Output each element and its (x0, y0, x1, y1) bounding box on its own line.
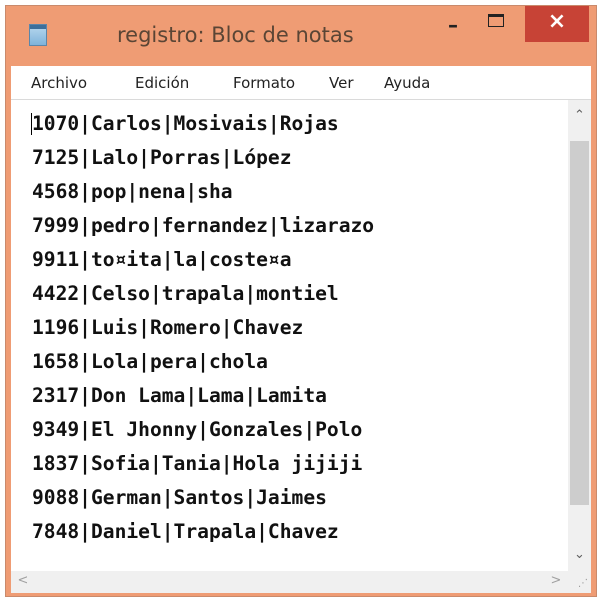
editor[interactable]: 1070|Carlos|Mosivais|Rojas 7125|Lalo|Por… (11, 100, 591, 593)
scroll-left-icon[interactable]: < (13, 573, 33, 588)
text-line: 9349|El Jhonny|Gonzales|Polo (32, 418, 363, 441)
text-line: 7848|Daniel|Trapala|Chavez (32, 520, 339, 543)
minimize-button[interactable]: – (433, 6, 473, 44)
resize-grip-icon[interactable]: ⋰ (568, 571, 591, 593)
text-line: 1196|Luis|Romero|Chavez (32, 316, 304, 339)
window-title: registro: Bloc de notas (117, 23, 354, 47)
text-line: 1658|Lola|pera|chola (32, 350, 268, 373)
text-line: 4422|Celso|trapala|montiel (32, 282, 339, 305)
text-line: 7125|Lalo|Porras|López (32, 146, 292, 169)
text-area[interactable]: 1070|Carlos|Mosivais|Rojas 7125|Lalo|Por… (11, 100, 568, 571)
scroll-up-icon[interactable]: ⌃ (568, 108, 591, 123)
text-line: 9088|German|Santos|Jaimes (32, 486, 327, 509)
menu-formato[interactable]: Formato (233, 74, 295, 92)
maximize-button[interactable] (476, 6, 516, 44)
vertical-scroll-thumb[interactable] (570, 141, 589, 505)
close-button[interactable]: × (525, 6, 589, 42)
horizontal-scrollbar[interactable]: < > (11, 571, 568, 593)
menu-ayuda[interactable]: Ayuda (384, 74, 430, 92)
notepad-window: registro: Bloc de notas – × Archivo Edic… (5, 5, 597, 597)
text-line: 9911|to¤ita|la|coste¤a (32, 248, 292, 271)
text-line: 2317|Don Lama|Lama|Lamita (32, 384, 327, 407)
text-line: 4568|pop|nena|sha (32, 180, 233, 203)
menu-archivo[interactable]: Archivo (31, 74, 87, 92)
text-line: 1837|Sofia|Tania|Hola jijiji (32, 452, 363, 475)
menu-ver[interactable]: Ver (329, 74, 354, 92)
scroll-right-icon[interactable]: > (546, 573, 566, 588)
text-line: 1070|Carlos|Mosivais|Rojas (32, 112, 339, 135)
maximize-icon (488, 14, 504, 27)
text-line: 7999|pedro|fernandez|lizarazo (32, 214, 375, 237)
menu-edicion[interactable]: Edición (135, 74, 189, 92)
menu-bar: Archivo Edición Formato Ver Ayuda (11, 66, 591, 100)
vertical-scrollbar[interactable]: ⌃ ⌄ (568, 100, 591, 571)
scroll-down-icon[interactable]: ⌄ (568, 547, 591, 562)
title-bar[interactable]: registro: Bloc de notas – × (6, 6, 596, 66)
notepad-icon[interactable] (29, 24, 47, 46)
